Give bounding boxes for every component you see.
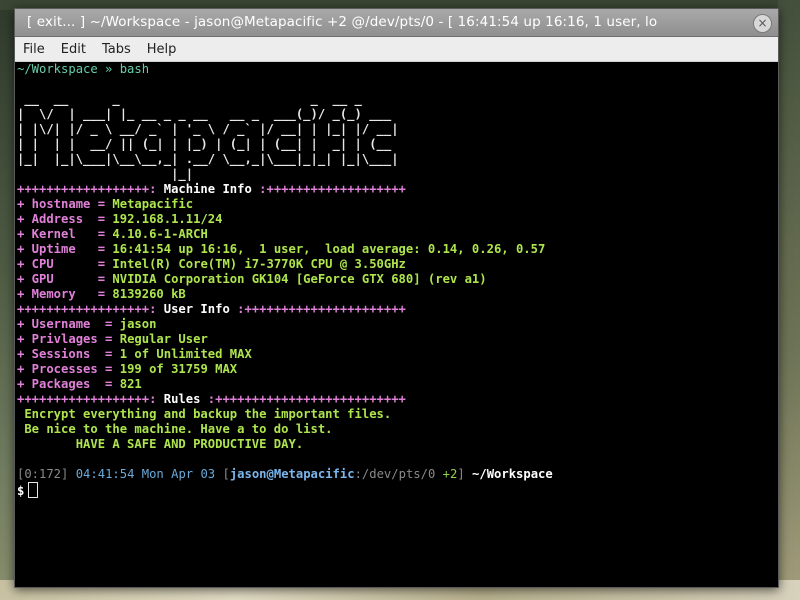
info-label: + CPU = xyxy=(17,257,113,271)
rule-line: Encrypt everything and backup the import… xyxy=(17,407,392,421)
prompt-symbol: $ xyxy=(17,484,25,498)
header-plus-left: ++++++++++++++++++: xyxy=(17,302,164,316)
ascii-logo: __ __ _ _ __ _ | \/ | ___| |_ __ _ _ __ … xyxy=(17,92,776,182)
info-value: Metapacific xyxy=(112,197,194,211)
session-counter: [0:172] xyxy=(17,467,69,481)
info-value: 192.168.1.11/24 xyxy=(112,212,223,226)
header-plus-left: ++++++++++++++++++: xyxy=(17,392,164,406)
info-value: 1 of Unlimited MAX xyxy=(119,347,252,361)
info-label: + Memory = xyxy=(17,287,113,301)
info-label: + Privlages = xyxy=(17,332,120,346)
info-row-packages: + Packages = 821 xyxy=(17,377,776,392)
text-cursor[interactable] xyxy=(28,482,39,498)
info-row-kernel: + Kernel = 4.10.6-1-ARCH xyxy=(17,227,776,242)
info-label: + Sessions = xyxy=(17,347,120,361)
input-prompt-line[interactable]: $ xyxy=(17,482,776,498)
header-plus-right: :++++++++++++++++++++++++++ xyxy=(200,392,406,406)
info-row-address: + Address = 192.168.1.11/24 xyxy=(17,212,776,227)
info-label: + Address = xyxy=(17,212,113,226)
info-label: + Uptime = xyxy=(17,242,113,256)
window-title: [ exit... ] ~/Workspace - jason@Metapaci… xyxy=(27,14,658,30)
info-row-sessions: + Sessions = 1 of Unlimited MAX xyxy=(17,347,776,362)
info-label: + Packages = xyxy=(17,377,120,391)
ascii-logo-line: | |\/| |/ _ \ __/ _` | '_ \ / _` |/ __| … xyxy=(17,122,399,136)
info-value: 16:41:54 up 16:16, 1 user, load average:… xyxy=(112,242,546,256)
ascii-logo-line: |_| xyxy=(17,167,414,181)
info-label: + Username = xyxy=(17,317,120,331)
title-bar[interactable]: [ exit... ] ~/Workspace - jason@Metapaci… xyxy=(15,9,778,37)
info-value: Intel(R) Core(TM) i7-3770K CPU @ 3.50GHz xyxy=(112,257,406,271)
info-row-cpu: + CPU = Intel(R) Core(TM) i7-3770K CPU @… xyxy=(17,257,776,272)
info-value: 4.10.6-1-ARCH xyxy=(112,227,208,241)
ascii-logo-line: | | | | __/ || (_| | |_) | (_| | (__| | … xyxy=(17,137,399,151)
info-row-gpu: + GPU = NVIDIA Corporation GK104 [GeForc… xyxy=(17,272,776,287)
clock-date: 04:41:54 Mon Apr 03 xyxy=(75,467,216,481)
current-directory: ~/Workspace xyxy=(472,467,553,481)
terminal-output[interactable]: ~/Workspace » bash __ __ _ _ __ _ | \/ |… xyxy=(17,62,776,584)
info-row-hostname: + hostname = Metapacific xyxy=(17,197,776,212)
rules-header: ++++++++++++++++++: Rules :+++++++++++++… xyxy=(17,392,776,407)
header-plus-left: ++++++++++++++++++: xyxy=(17,182,164,196)
header-title: User Info xyxy=(163,302,230,316)
info-label: + Processes = xyxy=(17,362,120,376)
info-label: + hostname = xyxy=(17,197,113,211)
ascii-logo-line: | \/ | ___| |_ __ _ _ __ __ _ ___(_)/ _(… xyxy=(17,107,399,121)
info-row-username: + Username = jason xyxy=(17,317,776,332)
user-host: jason@Metapacific xyxy=(229,467,355,481)
info-value: NVIDIA Corporation GK104 [GeForce GTX 68… xyxy=(112,272,487,286)
info-label: + GPU = xyxy=(17,272,113,286)
menu-bar: File Edit Tabs Help xyxy=(15,37,778,62)
bracket-open: [ xyxy=(222,467,230,481)
tty-path: :/dev/pts/0 xyxy=(354,467,436,481)
user-info-header: ++++++++++++++++++: User Info :+++++++++… xyxy=(17,302,776,317)
close-button[interactable]: × xyxy=(753,14,772,33)
rule-line: HAVE A SAFE AND PRODUCTIVE DAY. xyxy=(17,437,304,451)
session-plus: +2 xyxy=(442,467,458,481)
info-row-uptime: + Uptime = 16:41:54 up 16:16, 1 user, lo… xyxy=(17,242,776,257)
menu-edit[interactable]: Edit xyxy=(53,42,94,57)
header-plus-right: :+++++++++++++++++++ xyxy=(251,182,406,196)
info-label: + Kernel = xyxy=(17,227,113,241)
header-title: Rules xyxy=(163,392,201,406)
menu-tabs[interactable]: Tabs xyxy=(94,42,139,57)
status-line: [0:172] 04:41:54 Mon Apr 03 [jason@Metap… xyxy=(17,467,776,482)
first-prompt-line: ~/Workspace » bash xyxy=(17,62,150,76)
desktop-background-right xyxy=(778,0,800,600)
machine-info-header: ++++++++++++++++++: Machine Info :++++++… xyxy=(17,182,776,197)
ascii-logo-line: __ __ _ _ __ _ xyxy=(17,92,406,106)
menu-file[interactable]: File xyxy=(15,42,53,57)
info-row-memory: + Memory = 8139260 kB xyxy=(17,287,776,302)
info-value: Regular User xyxy=(119,332,208,346)
info-value: jason xyxy=(119,317,157,331)
info-value: 199 of 31759 MAX xyxy=(119,362,238,376)
info-row-privlages: + Privlages = Regular User xyxy=(17,332,776,347)
ascii-logo-line: |_| |_|\___|\__\__,_| .__/ \__,_|\___|_|… xyxy=(17,152,399,166)
header-title: Machine Info xyxy=(163,182,252,196)
rule-line: Be nice to the machine. Have a to do lis… xyxy=(17,422,333,436)
info-row-processes: + Processes = 199 of 31759 MAX xyxy=(17,362,776,377)
info-value: 8139260 kB xyxy=(112,287,186,301)
header-plus-right: :++++++++++++++++++++++ xyxy=(229,302,406,316)
info-value: 821 xyxy=(119,377,142,391)
bracket-close: ] xyxy=(457,467,465,481)
terminal-window: [ exit... ] ~/Workspace - jason@Metapaci… xyxy=(14,8,779,588)
menu-help[interactable]: Help xyxy=(139,42,185,57)
